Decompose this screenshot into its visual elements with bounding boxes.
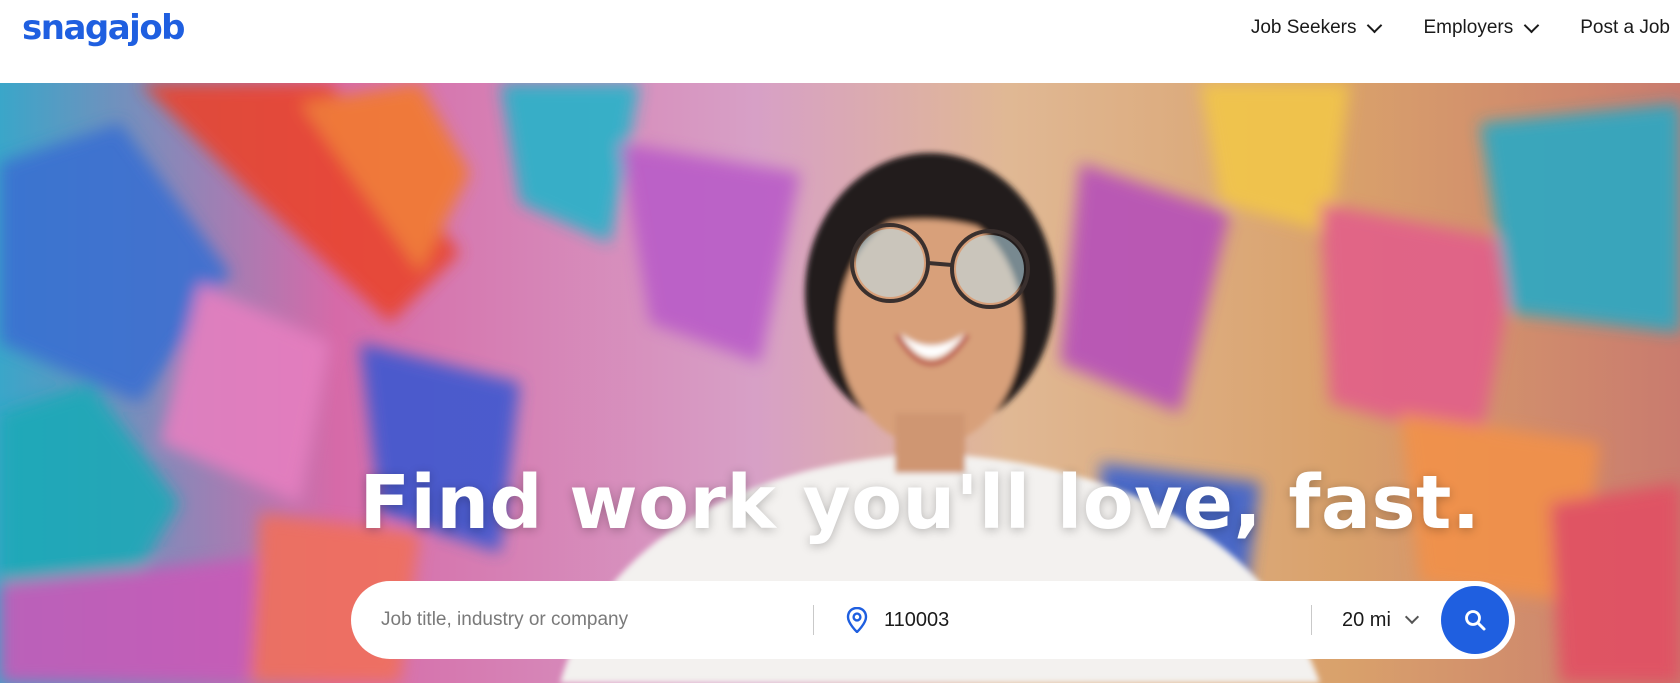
site-header: snagajob Job Seekers Employers Post a Jo… xyxy=(0,0,1680,83)
nav-employers-label: Employers xyxy=(1423,17,1514,38)
location-pin-icon xyxy=(846,607,868,633)
magnifier-icon xyxy=(1465,610,1486,631)
nav-job-seekers-label: Job Seekers xyxy=(1250,17,1357,38)
chevron-down-icon xyxy=(1404,609,1419,625)
radius-value: 20 mi xyxy=(1342,608,1391,631)
hero-headline: Find work you'll love, fast. xyxy=(359,460,1481,546)
hero-banner: Find work you'll love, fast. 20 mi xyxy=(0,83,1680,683)
nav-post-a-job[interactable]: Post a Job xyxy=(1580,17,1670,39)
nav-job-seekers[interactable]: Job Seekers xyxy=(1250,17,1383,39)
search-divider xyxy=(1311,605,1312,635)
job-search-bar: 20 mi xyxy=(351,581,1515,659)
nav-employers[interactable]: Employers xyxy=(1423,17,1540,39)
search-button[interactable] xyxy=(1441,586,1509,654)
location-input[interactable] xyxy=(884,603,1264,637)
chevron-down-icon xyxy=(1523,17,1540,33)
job-keyword-input[interactable] xyxy=(381,603,801,637)
nav-post-a-job-label: Post a Job xyxy=(1580,17,1670,38)
search-divider xyxy=(813,605,814,635)
snagajob-logo[interactable]: snagajob xyxy=(22,4,186,52)
radius-select[interactable]: 20 mi xyxy=(1342,601,1419,639)
chevron-down-icon xyxy=(1367,17,1383,33)
main-nav: Job Seekers Employers Post a Job xyxy=(1208,12,1680,44)
